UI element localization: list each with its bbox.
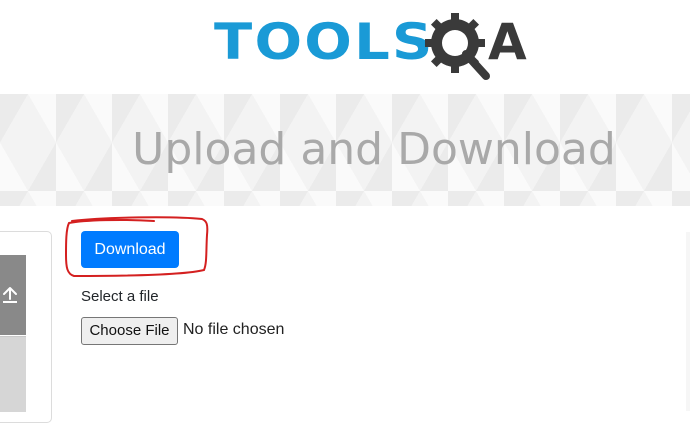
logo-text: TOOLS — [214, 13, 435, 71]
page-title: Upload and Download — [132, 124, 616, 175]
upload-icon — [3, 287, 17, 303]
logo-letter-a: A — [488, 13, 527, 71]
choose-file-button[interactable]: Choose File — [81, 317, 178, 345]
select-file-label: Select a file — [81, 288, 159, 305]
page-banner: Upload and Download — [0, 94, 690, 206]
site-header: TOOLS A — [0, 0, 690, 94]
file-status-text: No file chosen — [183, 321, 285, 338]
download-button[interactable]: Download — [81, 231, 179, 268]
right-edge — [686, 232, 690, 411]
sidebar-item[interactable] — [0, 336, 26, 412]
gear-magnifier-icon — [425, 13, 490, 80]
sidebar-item-active[interactable] — [0, 255, 26, 335]
